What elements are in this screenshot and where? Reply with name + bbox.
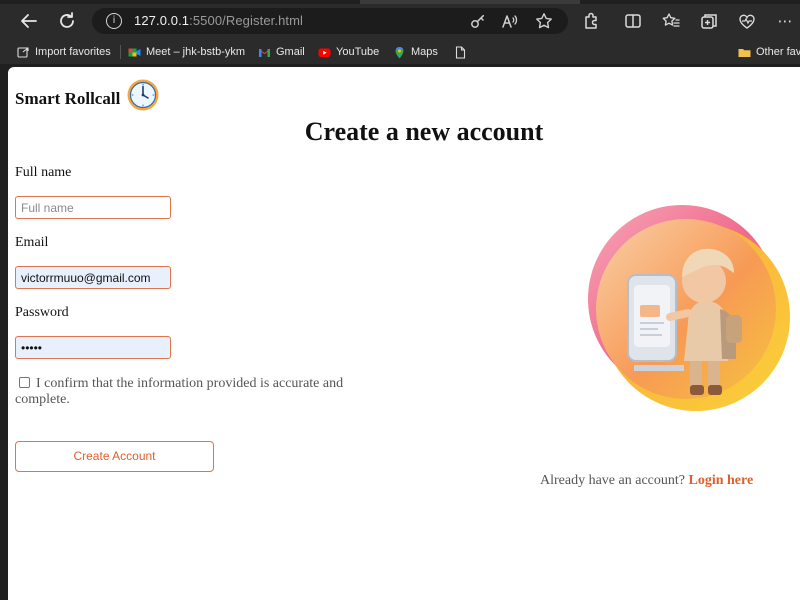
favorite-star-icon[interactable] (534, 11, 554, 31)
bookmark-gmail[interactable]: Gmail (258, 43, 305, 61)
bookmark-label: Meet – jhk-bstb-ykm (146, 46, 246, 58)
bookmark-label: Other fav (756, 46, 800, 58)
password-label: Password (15, 305, 69, 320)
import-icon (17, 46, 30, 59)
url-path: :5500/Register.html (189, 13, 304, 28)
document-icon (454, 45, 467, 59)
refresh-icon[interactable] (54, 8, 80, 34)
email-input[interactable] (15, 266, 171, 289)
key-icon[interactable] (468, 11, 488, 31)
bookmark-separator (120, 45, 121, 59)
fullname-input[interactable] (15, 196, 171, 219)
browser-toolbar: i 127.0.0.1:5500/Register.html ⋯ (0, 0, 800, 40)
bookmark-document[interactable] (454, 43, 467, 61)
bookmark-import-favorites[interactable]: Import favorites (17, 43, 111, 61)
login-link[interactable]: Login here (688, 473, 753, 488)
youtube-icon (318, 46, 331, 59)
split-screen-icon[interactable] (620, 8, 646, 34)
brand-name: Smart Rollcall (15, 89, 121, 108)
page-viewport: Smart Rollcall Create a new account Full… (8, 67, 800, 600)
browser-essentials-icon[interactable] (734, 8, 760, 34)
site-info-icon[interactable]: i (106, 13, 122, 29)
fullname-label: Full name (15, 165, 72, 180)
bookmark-label: Maps (411, 46, 438, 58)
folder-icon (738, 46, 751, 59)
read-aloud-icon[interactable] (500, 11, 520, 31)
bookmark-meet[interactable]: Meet – jhk-bstb-ykm (128, 43, 245, 61)
url-host: 127.0.0.1 (134, 13, 190, 28)
address-bar[interactable]: i 127.0.0.1:5500/Register.html (92, 8, 568, 34)
tab-strip (0, 0, 800, 4)
bookmark-label: Gmail (276, 46, 305, 58)
bookmark-maps[interactable]: Maps (393, 43, 438, 61)
maps-icon (393, 46, 406, 59)
confirm-checkbox[interactable] (19, 377, 30, 388)
more-options-icon[interactable]: ⋯ (772, 8, 798, 34)
bookmark-other-favorites[interactable]: Other fav (738, 43, 800, 61)
email-label: Email (15, 235, 49, 250)
bookmark-label: YouTube (336, 46, 380, 58)
login-row: Already have an account? Login here (540, 473, 753, 489)
clock-logo-icon (126, 78, 160, 112)
window-edge (0, 64, 8, 600)
url-text[interactable]: 127.0.0.1:5500/Register.html (134, 13, 303, 28)
login-prompt: Already have an account? (540, 473, 685, 488)
confirm-row: I confirm that the information provided … (15, 376, 355, 408)
create-account-button[interactable]: Create Account (15, 441, 214, 472)
gmail-icon (258, 46, 271, 59)
collections-icon[interactable] (696, 8, 722, 34)
back-icon[interactable] (16, 8, 42, 34)
bookmark-youtube[interactable]: YouTube (318, 43, 379, 61)
meet-icon (128, 46, 141, 59)
favorites-icon[interactable] (658, 8, 684, 34)
page-title: Create a new account (304, 117, 544, 146)
extensions-icon[interactable] (578, 8, 604, 34)
illustration-image (578, 205, 794, 421)
confirm-text: I confirm that the information provided … (15, 376, 344, 407)
bookmark-label: Import favorites (35, 46, 111, 58)
active-tab[interactable] (360, 0, 580, 4)
password-input[interactable] (15, 336, 171, 359)
